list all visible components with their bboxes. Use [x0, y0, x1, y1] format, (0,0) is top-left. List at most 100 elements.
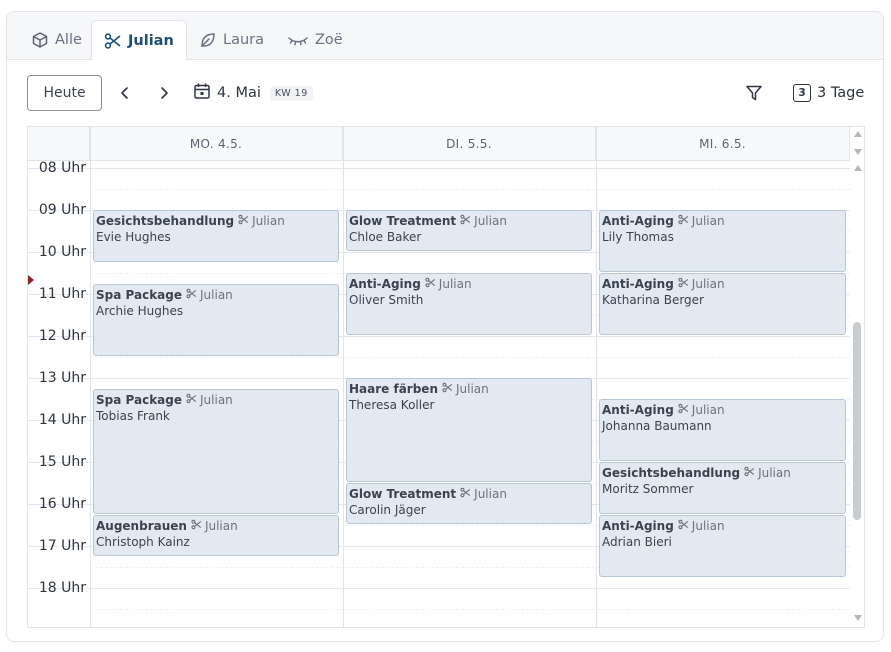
tab-laura[interactable]: Laura	[187, 20, 276, 60]
appointment-client: Theresa Koller	[349, 398, 435, 412]
tab-julian[interactable]: Julian	[91, 20, 187, 61]
staff-name: Julian	[691, 214, 725, 228]
scissors-icon	[744, 465, 755, 481]
view-selector[interactable]: 3 3 Tage	[793, 80, 864, 106]
scissors-icon	[238, 213, 249, 229]
date-picker[interactable]: 4. Mai KW 19	[193, 80, 313, 106]
appointment-header: Gesichtsbehandlung Julian	[602, 465, 843, 481]
view-label: 3 Tage	[817, 85, 865, 101]
appointment-title: Anti-Aging	[602, 214, 674, 228]
staff-name: Julian	[438, 277, 472, 291]
day-header: DI. 5.5.	[343, 127, 596, 161]
chevron-left-icon[interactable]	[114, 82, 136, 104]
appointment-card[interactable]: Spa Package Julian Archie Hughes	[93, 283, 339, 356]
appointment-card[interactable]: Glow Treatment Julian Chloe Baker	[346, 210, 592, 251]
tab-label: Julian	[128, 32, 174, 49]
scroll-down-icon[interactable]	[854, 149, 862, 155]
today-button[interactable]: Heute	[27, 75, 102, 111]
appointment-staff: Julian	[191, 518, 238, 534]
appointment-title: Glow Treatment	[349, 487, 457, 501]
scroll-thumb[interactable]	[853, 322, 861, 520]
hour-label: 13 Uhr	[38, 370, 86, 386]
appointment-client: Moritz Sommer	[602, 482, 694, 496]
hour-line	[90, 588, 850, 589]
scissors-icon	[678, 402, 689, 418]
staff-name: Julian	[200, 392, 233, 407]
appointment-header: Glow Treatment Julian	[349, 213, 589, 229]
appointment-header: Gesichtsbehandlung Julian	[96, 213, 336, 229]
appointment-staff: Julian	[678, 518, 725, 534]
hour-label: 11 Uhr	[38, 286, 86, 302]
staff-name: Julian	[474, 214, 507, 228]
scissors-icon	[425, 276, 436, 292]
tab-alle[interactable]: Alle	[19, 20, 94, 60]
appointment-staff: Julian	[186, 392, 233, 408]
appointment-card[interactable]: Anti-Aging Julian Katharina Berger	[599, 273, 846, 335]
scroll-up-icon[interactable]	[854, 131, 862, 137]
appointment-client: Chloe Baker	[349, 230, 422, 244]
appointment-staff: Julian	[678, 213, 725, 229]
tab-zoe[interactable]: Zoë	[275, 20, 355, 60]
eyelash-icon	[287, 31, 309, 49]
appointment-staff: Julian	[678, 402, 725, 418]
chevron-right-icon[interactable]	[153, 82, 175, 104]
half-hour-line	[90, 357, 850, 358]
appointment-header: Haare färben Julian	[349, 381, 589, 397]
appointment-card[interactable]: Anti-Aging Julian Lily Thomas	[599, 210, 846, 272]
scissors-icon	[678, 518, 689, 534]
leaf-icon	[199, 31, 217, 49]
hour-label: 09 Uhr	[38, 202, 86, 218]
filter-icon[interactable]	[743, 82, 765, 104]
scroll-up-icon[interactable]	[854, 165, 862, 171]
appointment-staff: Julian	[460, 213, 507, 229]
scissors-icon	[186, 392, 197, 408]
day-header: MI. 6.5.	[596, 127, 850, 161]
scissors-icon	[104, 32, 122, 50]
appointment-title: Anti-Aging	[602, 518, 674, 533]
appointment-card[interactable]: Anti-Aging Julian Johanna Baumann	[599, 399, 846, 461]
appointment-card[interactable]: Spa Package Julian Tobias Frank	[93, 388, 339, 514]
appointment-client: Tobias Frank	[96, 408, 170, 423]
appointment-card[interactable]: Augenbrauen Julian Christoph Kainz	[93, 514, 339, 556]
appointment-header: Anti-Aging Julian	[602, 518, 843, 534]
hour-label: 14 Uhr	[38, 412, 86, 428]
appointment-card[interactable]: Gesichtsbehandlung Julian Moritz Sommer	[599, 462, 846, 514]
appointment-card[interactable]: Gesichtsbehandlung Julian Evie Hughes	[93, 210, 339, 262]
current-date: 4. Mai	[217, 85, 261, 101]
scissors-icon	[442, 381, 453, 397]
appointment-title: Gesichtsbehandlung	[602, 466, 741, 480]
calendar-toolbar: Heute 4. Mai KW 19 3 3 Tage	[7, 60, 883, 126]
appointment-client: Katharina Berger	[602, 293, 704, 307]
appointment-card[interactable]: Anti-Aging Julian Adrian Bieri	[599, 514, 846, 577]
appointment-header: Anti-Aging Julian	[602, 402, 843, 418]
appointment-header: Spa Package Julian	[96, 287, 336, 303]
staff-name: Julian	[200, 287, 233, 302]
scrollbar[interactable]	[850, 127, 864, 627]
hour-line	[90, 168, 850, 169]
scissors-icon	[678, 213, 689, 229]
scissors-icon	[186, 287, 197, 303]
appointment-title: Spa Package	[96, 287, 182, 302]
calendar-icon	[193, 82, 211, 104]
appointment-staff: Julian	[744, 465, 791, 481]
appointment-staff: Julian	[442, 381, 489, 397]
tab-label: Alle	[55, 32, 82, 48]
appointment-client: Carolin Jäger	[349, 503, 426, 517]
appointment-header: Anti-Aging Julian	[349, 276, 589, 292]
appointment-title: Augenbrauen	[96, 518, 187, 533]
appointment-title: Anti-Aging	[602, 403, 674, 417]
tab-label: Laura	[223, 32, 265, 48]
appointment-title: Spa Package	[96, 392, 182, 407]
appointment-client: Christoph Kainz	[96, 534, 190, 549]
appointment-card[interactable]: Haare färben Julian Theresa Koller	[346, 378, 592, 482]
appointment-header: Anti-Aging Julian	[602, 213, 843, 229]
staff-name: Julian	[691, 277, 725, 291]
appointment-card[interactable]: Glow Treatment Julian Carolin Jäger	[346, 483, 592, 524]
appointment-client: Johanna Baumann	[602, 419, 712, 433]
appointment-card[interactable]: Anti-Aging Julian Oliver Smith	[346, 273, 592, 335]
scissors-icon	[460, 486, 471, 502]
scroll-down-icon[interactable]	[854, 615, 862, 621]
cube-icon	[31, 31, 49, 49]
staff-name: Julian	[455, 382, 489, 396]
half-hour-line	[90, 609, 850, 610]
